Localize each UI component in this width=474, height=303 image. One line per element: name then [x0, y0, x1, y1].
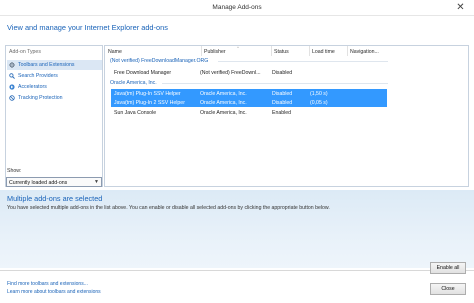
sidebar-item-label: Search Providers — [18, 73, 58, 79]
group-header: (Not verified) FreeDownloadManager.ORG — [110, 58, 209, 64]
chevron-down-icon: ▼ — [94, 179, 99, 185]
cell-status: Disabled — [272, 69, 293, 76]
show-filter-value: Currently loaded add-ons — [9, 180, 68, 186]
gear-icon — [9, 62, 15, 68]
footer: Find more toolbars and extensions... Lea… — [0, 270, 474, 303]
details-pane: Multiple add-ons are selected You have s… — [0, 190, 474, 268]
column-header-publisher[interactable]: Publisher — [201, 46, 271, 56]
accelerator-icon — [9, 84, 15, 90]
show-filter-dropdown[interactable]: Currently loaded add-ons ▼ — [6, 177, 102, 187]
cell-name: Sun Java Console — [114, 109, 157, 116]
sidebar-item-toolbars-extensions[interactable]: Toolbars and Extensions — [7, 60, 102, 70]
enable-all-button[interactable]: Enable all — [430, 262, 466, 274]
cell-publisher: Oracle America, Inc. — [200, 90, 247, 97]
search-icon — [9, 73, 15, 79]
column-header-status[interactable]: Status — [271, 46, 309, 56]
table-row[interactable]: Free Download Manager (Not verified) Fre… — [111, 68, 387, 77]
sidebar-item-label: Toolbars and Extensions — [18, 62, 75, 68]
cell-status: Disabled — [272, 90, 293, 97]
page-heading: View and manage your Internet Explorer a… — [7, 23, 168, 32]
window-title: Manage Add-ons — [212, 4, 262, 11]
cell-load-time: (1,50 s) — [310, 90, 328, 97]
cell-status: Disabled — [272, 99, 293, 106]
details-title: Multiple add-ons are selected — [7, 194, 103, 203]
table-row[interactable]: Java(tm) Plug-In SSV Helper Oracle Ameri… — [111, 89, 387, 98]
sidebar-item-label: Tracking Protection — [18, 95, 63, 101]
column-header-navigation[interactable]: Navigation... — [347, 46, 392, 56]
group-header: Oracle America, Inc. — [110, 80, 157, 86]
no-entry-icon — [9, 95, 15, 101]
cell-publisher: Oracle America, Inc. — [200, 99, 247, 106]
details-text: You have selected multiple add-ons in th… — [7, 205, 330, 211]
group-divider — [218, 61, 388, 62]
group-divider — [162, 83, 388, 84]
addon-list[interactable]: Name Publisher ^ Status Load time Naviga… — [104, 45, 469, 187]
sidebar-item-accelerators[interactable]: Accelerators — [7, 82, 102, 92]
sidebar-item-tracking-protection[interactable]: Tracking Protection — [7, 93, 102, 103]
window-close-icon[interactable]: ✕ — [454, 2, 467, 13]
addon-types-heading: Add-on Types — [9, 49, 41, 55]
cell-publisher: (Not verified) FreeDownl... — [200, 69, 261, 76]
cell-status: Enabled — [272, 109, 292, 116]
learn-more-link[interactable]: Learn more about toolbars and extensions — [7, 289, 101, 295]
title-bar: Manage Add-ons ✕ — [0, 0, 474, 16]
column-header-name[interactable]: Name — [108, 46, 201, 56]
find-more-link[interactable]: Find more toolbars and extensions... — [7, 281, 88, 287]
column-header-load-time[interactable]: Load time — [309, 46, 347, 56]
cell-load-time: (0,05 s) — [310, 99, 328, 106]
addon-types-panel: Add-on Types Toolbars and Extensions Sea… — [5, 45, 103, 187]
sidebar-item-label: Accelerators — [18, 84, 47, 90]
table-row[interactable]: Sun Java Console Oracle America, Inc. En… — [111, 108, 387, 117]
cell-name: Java(tm) Plug-In 2 SSV Helper — [114, 99, 185, 106]
cell-name: Free Download Manager — [114, 69, 172, 76]
show-label: Show: — [7, 168, 22, 174]
sidebar-item-search-providers[interactable]: Search Providers — [7, 71, 102, 81]
table-row[interactable]: Java(tm) Plug-In 2 SSV Helper Oracle Ame… — [111, 98, 387, 107]
header-banner: View and manage your Internet Explorer a… — [0, 17, 474, 40]
sort-caret-icon: ^ — [237, 45, 239, 50]
cell-name: Java(tm) Plug-In SSV Helper — [114, 90, 181, 97]
close-button[interactable]: Close — [430, 283, 466, 295]
cell-publisher: Oracle America, Inc. — [200, 109, 247, 116]
